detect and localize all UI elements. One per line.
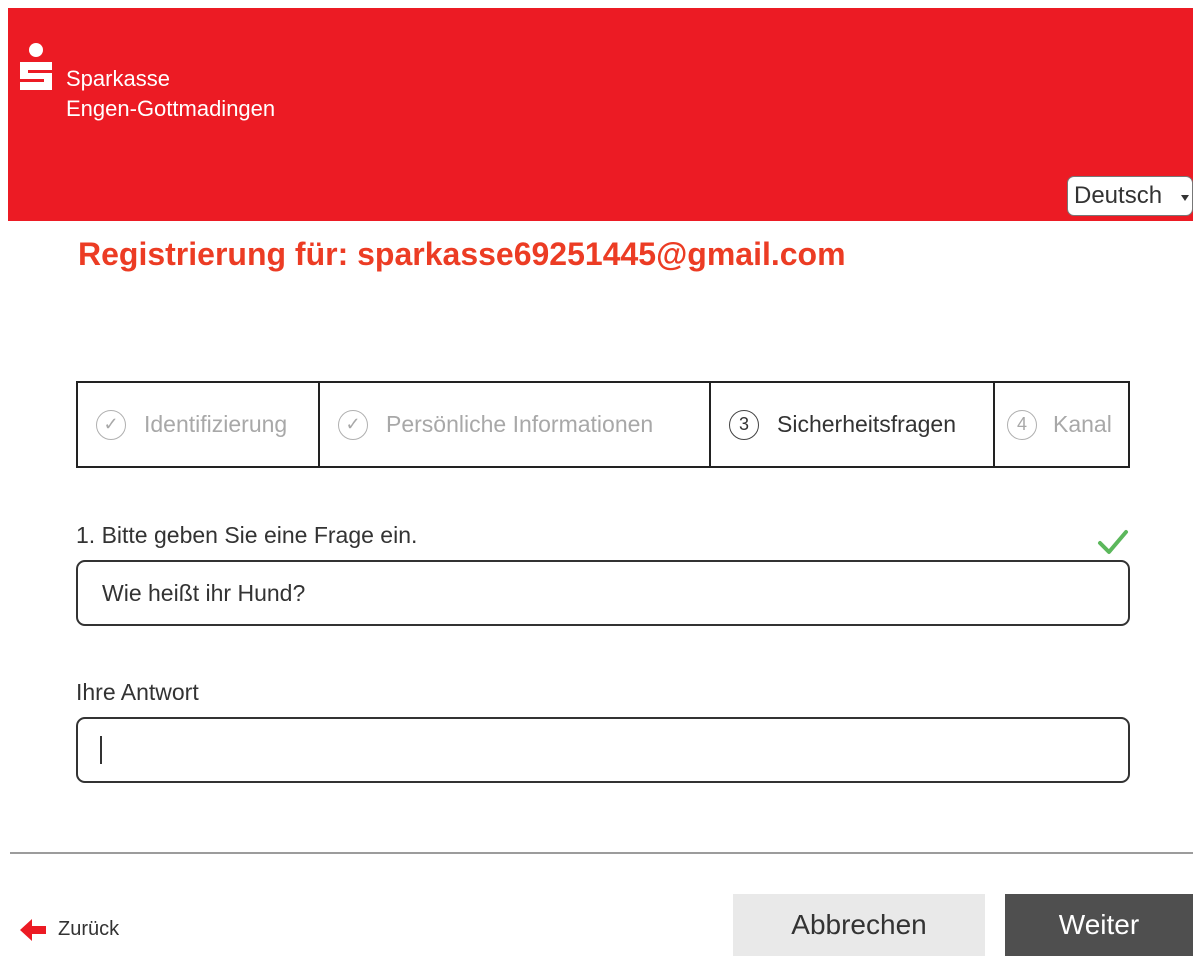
- footer-divider: [10, 852, 1193, 854]
- sparkasse-logo-icon: [20, 43, 52, 90]
- question-label: 1. Bitte geben Sie eine Frage ein.: [76, 522, 418, 548]
- language-select[interactable]: Deutsch: [1067, 176, 1193, 216]
- step-label: Identifizierung: [144, 411, 288, 437]
- checkmark-icon: [1098, 530, 1128, 554]
- cancel-button[interactable]: Abbrechen: [733, 894, 985, 956]
- site-header: Sparkasse Engen-Gottmadingen Deutsch: [8, 8, 1193, 221]
- back-link-label: Zurück: [58, 918, 120, 940]
- answer-label: Ihre Antwort: [76, 679, 199, 705]
- step-persoenliche-informationen[interactable]: ✓ Persönliche Informationen: [318, 383, 709, 466]
- brand-name: Sparkasse Engen-Gottmadingen: [66, 64, 275, 124]
- brand-line-2: Engen-Gottmadingen: [66, 96, 276, 121]
- language-select-value: Deutsch: [1074, 182, 1163, 209]
- chevron-down-icon: [1181, 195, 1189, 201]
- brand-line-1: Sparkasse: [66, 66, 170, 91]
- progress-steps: ✓ Identifizierung ✓ Persönliche Informat…: [76, 381, 1130, 468]
- step-kanal[interactable]: 4 Kanal: [993, 383, 1128, 466]
- step-label: Kanal: [1053, 411, 1112, 437]
- step-label: Sicherheitsfragen: [777, 411, 956, 437]
- question-input[interactable]: [76, 560, 1130, 626]
- step-check-icon: ✓: [96, 409, 126, 440]
- step-check-icon: ✓: [338, 409, 368, 440]
- step-number-icon: 3: [729, 409, 759, 440]
- step-identifizierung[interactable]: ✓ Identifizierung: [78, 383, 318, 466]
- step-sicherheitsfragen[interactable]: 3 Sicherheitsfragen: [709, 383, 993, 466]
- answer-input[interactable]: [76, 717, 1130, 783]
- text-cursor: [100, 736, 102, 764]
- step-number-icon: 4: [1007, 409, 1037, 440]
- page-title: Registrierung für: sparkasse69251445@gma…: [78, 236, 846, 272]
- back-link[interactable]: Zurück: [20, 918, 119, 941]
- step-label: Persönliche Informationen: [386, 411, 654, 437]
- next-button[interactable]: Weiter: [1005, 894, 1193, 956]
- arrow-left-icon: [20, 918, 46, 941]
